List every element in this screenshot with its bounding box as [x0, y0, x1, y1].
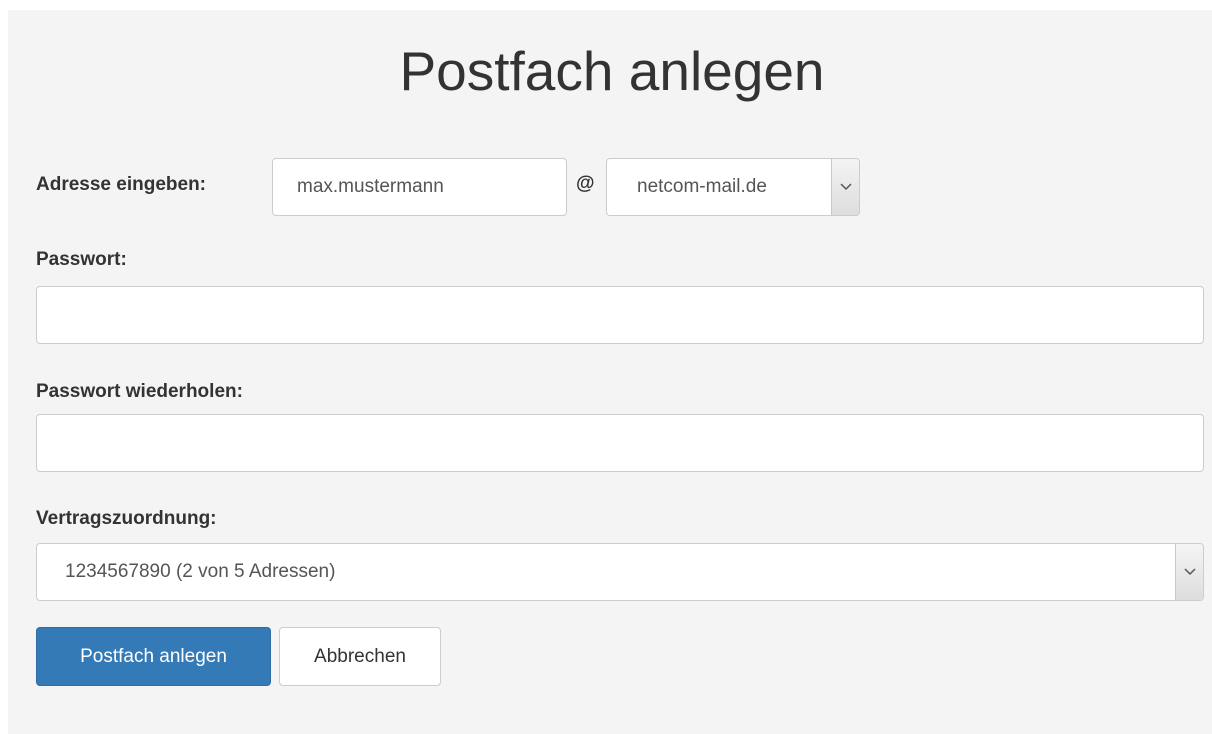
form-panel [8, 10, 1212, 734]
cancel-button[interactable]: Abbrechen [279, 627, 441, 686]
chevron-down-icon [1183, 568, 1196, 576]
contract-label: Vertragszuordnung: [36, 508, 217, 529]
contract-select[interactable]: 1234567890 (2 von 5 Adressen) [36, 543, 1204, 601]
at-sign: @ [576, 173, 595, 194]
password-label: Passwort: [36, 249, 127, 270]
domain-select-toggle[interactable] [831, 159, 859, 215]
password-input[interactable] [36, 286, 1204, 344]
create-mailbox-button[interactable]: Postfach anlegen [36, 627, 271, 686]
chevron-down-icon [839, 183, 852, 191]
contract-select-value: 1234567890 (2 von 5 Adressen) [65, 561, 336, 582]
address-label: Adresse eingeben: [36, 174, 206, 195]
password-repeat-label: Passwort wiederholen: [36, 381, 243, 402]
domain-select-value: netcom-mail.de [637, 176, 767, 197]
page-title: Postfach anlegen [399, 40, 825, 102]
domain-select[interactable]: netcom-mail.de [606, 158, 860, 216]
contract-select-toggle[interactable] [1175, 544, 1203, 600]
password-repeat-input[interactable] [36, 414, 1204, 472]
address-local-part-input[interactable] [272, 158, 567, 216]
